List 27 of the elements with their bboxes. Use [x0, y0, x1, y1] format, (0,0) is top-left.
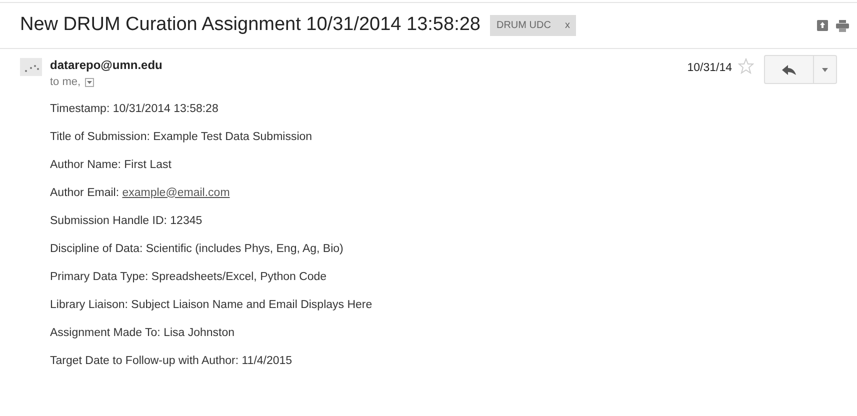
reply-icon: [782, 64, 796, 74]
caret-icon: [86, 80, 92, 84]
remove-label[interactable]: x: [564, 18, 570, 33]
body-line: Submission Handle ID: 12345: [50, 214, 204, 228]
reply-button[interactable]: [764, 55, 814, 84]
body-line: Discipline of Data: Scientific (includes Phys, Eng, Ag, Bio): [50, 242, 344, 256]
avatar-icon: [20, 58, 42, 76]
subject: New DRUM Curation Assignment 10/31/2014 13:58:28: [20, 13, 480, 38]
body-line: Primary Data Type: Spreadsheets/Excel, Python Code: [50, 270, 328, 284]
print-icon[interactable]: [836, 20, 849, 32]
body-line: Library Liaison: Subject Liaison Name and Email Displays Here: [50, 298, 374, 312]
body-line: Timestamp: 10/31/2014 13:58:28: [50, 102, 220, 116]
body-line: Author Email: example@email.com: [50, 186, 231, 200]
body-line: Author Name: First Last: [50, 158, 172, 172]
label-text: DRUM UDC: [496, 19, 551, 33]
sender: datarepo@umn.edu: [50, 57, 164, 73]
body-line: Title of Submission: Example Test Data Submission: [50, 130, 314, 144]
details-dropdown[interactable]: [84, 78, 94, 87]
caret-icon: [822, 68, 828, 72]
star-icon[interactable]: [738, 58, 754, 74]
email-link[interactable]: example@email.com: [122, 186, 230, 198]
date: 10/31/14: [687, 61, 732, 76]
body-line: Target Date to Follow-up with Author: 11/4/2015: [50, 354, 294, 368]
recipients: to me,: [50, 75, 81, 90]
body-line: Assignment Made To: Lisa Johnston: [50, 326, 236, 340]
label-tag[interactable]: DRUM UDC x: [490, 15, 576, 36]
archive-icon[interactable]: [817, 20, 828, 31]
